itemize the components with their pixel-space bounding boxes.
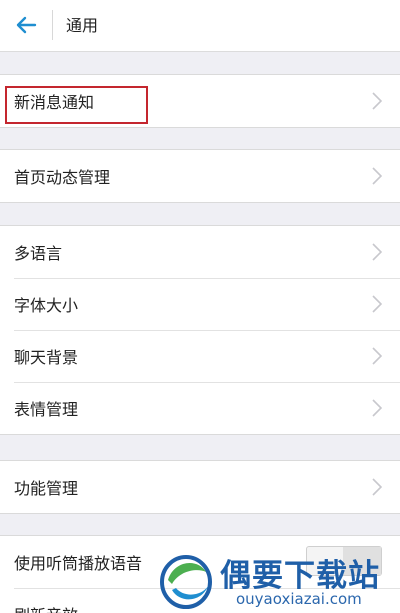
chevron-right-icon bbox=[372, 295, 383, 313]
top-bar: 通用 bbox=[0, 0, 400, 52]
settings-group-feed: 首页动态管理 bbox=[0, 149, 400, 203]
download-site-logo-icon bbox=[160, 555, 212, 609]
setting-row-feature-management[interactable]: 功能管理 bbox=[0, 461, 400, 513]
site-watermark: 偶要下载站 ouyaoxiazai.com bbox=[152, 546, 400, 613]
chevron-right-icon bbox=[372, 243, 383, 261]
setting-label: 使用听筒播放语音 bbox=[14, 554, 143, 573]
setting-label: 刷新音效 bbox=[14, 602, 78, 613]
header-divider bbox=[52, 10, 53, 40]
setting-row-home-feed-management[interactable]: 首页动态管理 bbox=[0, 150, 400, 202]
highlight-box bbox=[5, 86, 148, 124]
setting-label: 表情管理 bbox=[14, 400, 79, 419]
watermark-brand: 偶要下载站 bbox=[220, 558, 380, 594]
chevron-right-icon bbox=[372, 399, 383, 417]
settings-group-display: 多语言 字体大小 聊天背景 表情管理 bbox=[0, 225, 400, 435]
setting-label: 聊天背景 bbox=[14, 348, 79, 367]
setting-row-language[interactable]: 多语言 bbox=[0, 226, 400, 278]
setting-row-font-size[interactable]: 字体大小 bbox=[0, 278, 400, 330]
chevron-right-icon bbox=[372, 347, 383, 365]
settings-group-features: 功能管理 bbox=[0, 460, 400, 514]
setting-label: 功能管理 bbox=[14, 479, 79, 498]
setting-row-chat-background[interactable]: 聊天背景 bbox=[0, 330, 400, 382]
chevron-right-icon bbox=[372, 478, 383, 496]
arrow-left-icon bbox=[16, 16, 37, 34]
back-button[interactable] bbox=[0, 0, 52, 50]
watermark-url: ouyaoxiazai.com bbox=[236, 590, 362, 608]
page-title: 通用 bbox=[66, 16, 99, 35]
setting-row-emoji-management[interactable]: 表情管理 bbox=[0, 382, 400, 434]
setting-label: 首页动态管理 bbox=[14, 168, 111, 187]
chevron-right-icon bbox=[372, 167, 383, 185]
setting-label: 字体大小 bbox=[14, 296, 79, 315]
setting-label: 多语言 bbox=[14, 244, 63, 263]
chevron-right-icon bbox=[372, 92, 383, 110]
